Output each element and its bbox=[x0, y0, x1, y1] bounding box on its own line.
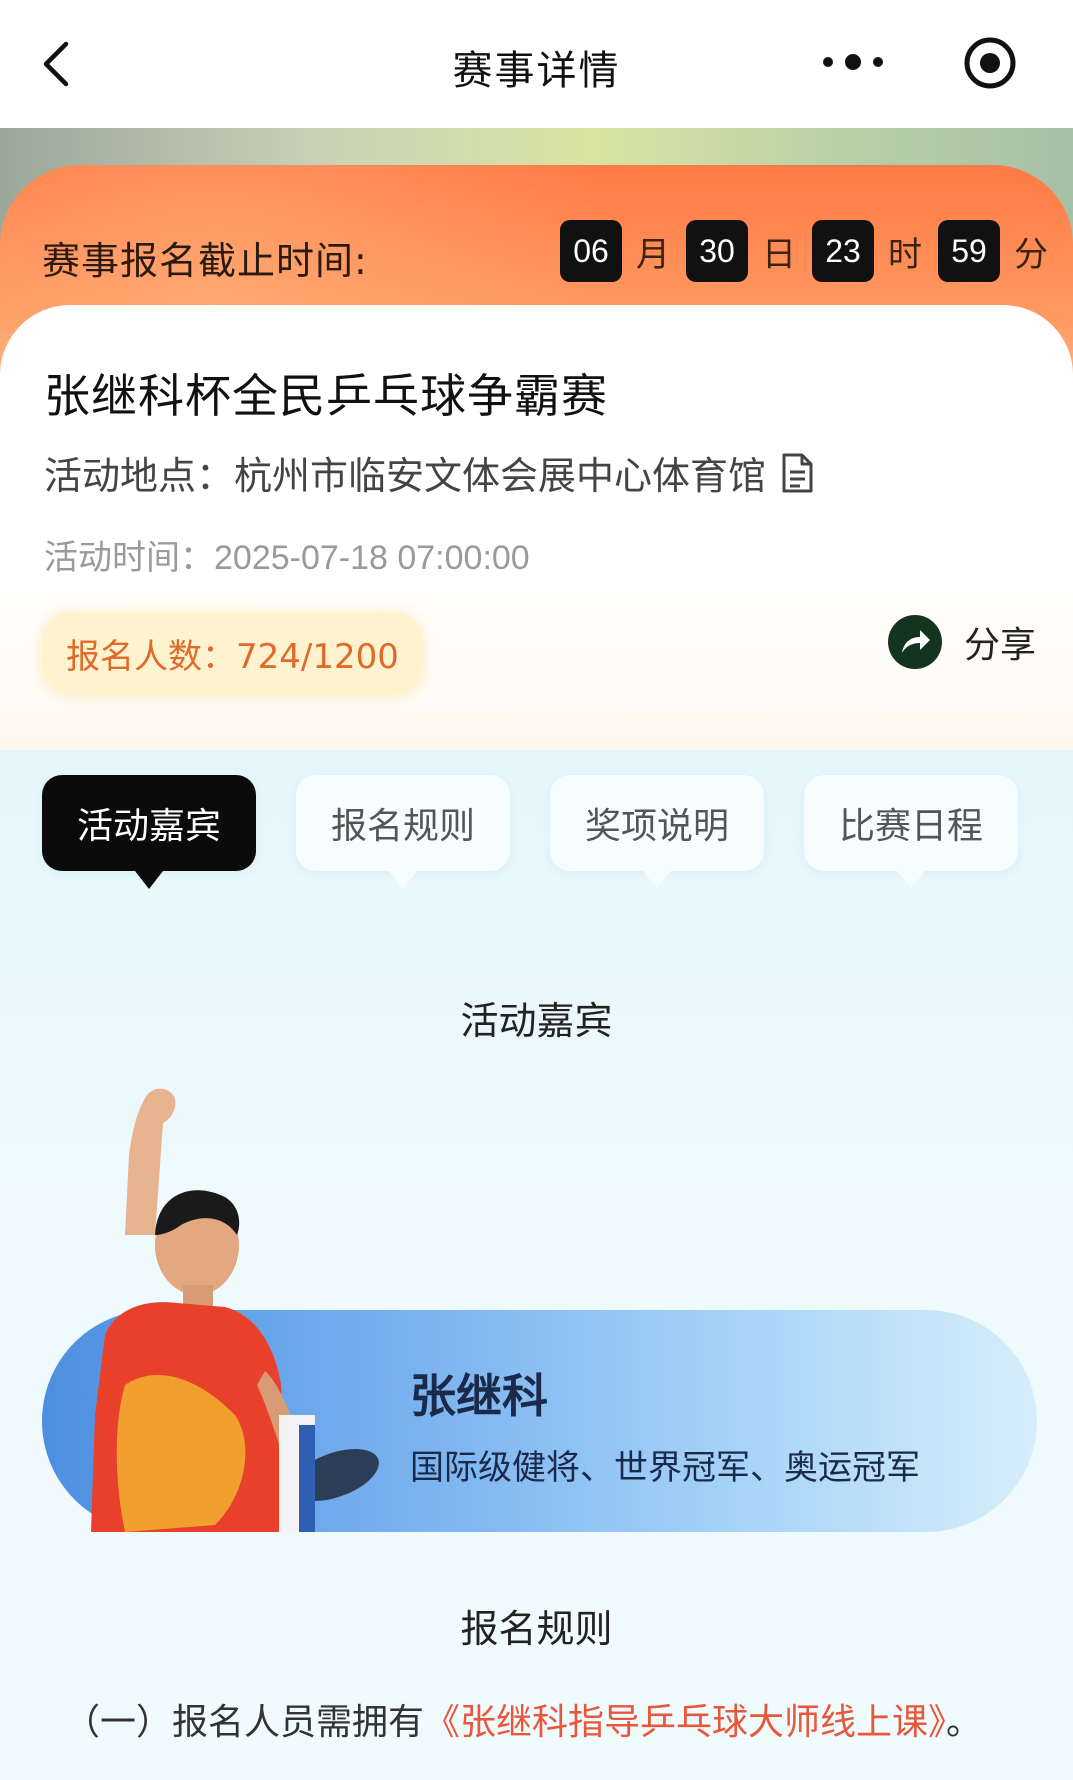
tab-pointer bbox=[643, 871, 671, 889]
deadline-label: 赛事报名截止时间: bbox=[42, 239, 368, 283]
tab-awards-label: 奖项说明 bbox=[584, 806, 729, 847]
hour-unit: 时 bbox=[888, 234, 922, 275]
rules-heading: 报名规则 bbox=[460, 1607, 613, 1651]
minute-unit: 分 bbox=[1014, 234, 1048, 275]
tab-guests-label: 活动嘉宾 bbox=[76, 806, 221, 847]
guest-name: 张继科 bbox=[410, 1369, 548, 1423]
share-button[interactable]: 分享 bbox=[888, 615, 1036, 669]
rules-line-prefix: （一）报名人员需拥有 bbox=[64, 1702, 425, 1743]
event-title: 张继科杯全民乒乓球争霸赛 bbox=[44, 369, 608, 423]
page-title: 赛事详情 bbox=[452, 48, 621, 94]
event-time: 活动时间：2025-07-18 07:00:00 bbox=[44, 539, 530, 577]
month-unit: 月 bbox=[636, 234, 670, 275]
tab-signup-rules-label: 报名规则 bbox=[330, 806, 475, 847]
guest-description: 国际级健将、世界冠军、奥运冠军 bbox=[410, 1448, 920, 1488]
tab-pointer bbox=[135, 871, 163, 889]
tab-pointer bbox=[897, 871, 925, 889]
tab-guests[interactable]: 活动嘉宾 bbox=[42, 775, 256, 889]
tab-pointer bbox=[389, 871, 417, 889]
tab-signup-rules[interactable]: 报名规则 bbox=[296, 775, 510, 889]
deadline-countdown: 06 月 30 日 23 时 59 分 bbox=[560, 220, 1048, 282]
more-options-icon[interactable] bbox=[818, 42, 888, 82]
rules-line-suffix: 。 bbox=[946, 1702, 983, 1743]
guests-heading: 活动嘉宾 bbox=[460, 999, 613, 1043]
nav-bar: 赛事详情 bbox=[0, 0, 1073, 128]
event-info-card: 张继科杯全民乒乓球争霸赛 活动地点：杭州市临安文体会展中心体育馆 活动时间：20… bbox=[0, 305, 1073, 750]
location-text: 活动地点：杭州市临安文体会展中心体育馆 bbox=[44, 454, 767, 498]
document-icon[interactable] bbox=[778, 452, 816, 494]
signup-count-badge: 报名人数：724/1200 bbox=[42, 612, 423, 694]
day-unit: 日 bbox=[762, 234, 796, 275]
close-miniprogram-icon[interactable] bbox=[962, 35, 1018, 91]
deadline-minute: 59 bbox=[938, 220, 1000, 282]
deadline-hour: 23 bbox=[812, 220, 874, 282]
event-location[interactable]: 活动地点：杭州市临安文体会展中心体育馆 bbox=[44, 445, 816, 500]
tab-schedule[interactable]: 比赛日程 bbox=[804, 775, 1018, 889]
deadline-day: 30 bbox=[686, 220, 748, 282]
share-label: 分享 bbox=[964, 625, 1037, 666]
deadline-month: 06 bbox=[560, 220, 622, 282]
tab-schedule-label: 比赛日程 bbox=[838, 806, 983, 847]
tab-awards[interactable]: 奖项说明 bbox=[550, 775, 764, 889]
detail-tabs: 活动嘉宾 报名规则 奖项说明 比赛日程 bbox=[42, 775, 1018, 889]
share-icon bbox=[888, 615, 942, 669]
guest-photo bbox=[91, 1088, 379, 1532]
course-link[interactable]: 《张继科指导乒乓球大师线上课》 bbox=[424, 1702, 946, 1743]
rules-line-1: （一）报名人员需拥有《张继科指导乒乓球大师线上课》。 bbox=[64, 1693, 982, 1745]
